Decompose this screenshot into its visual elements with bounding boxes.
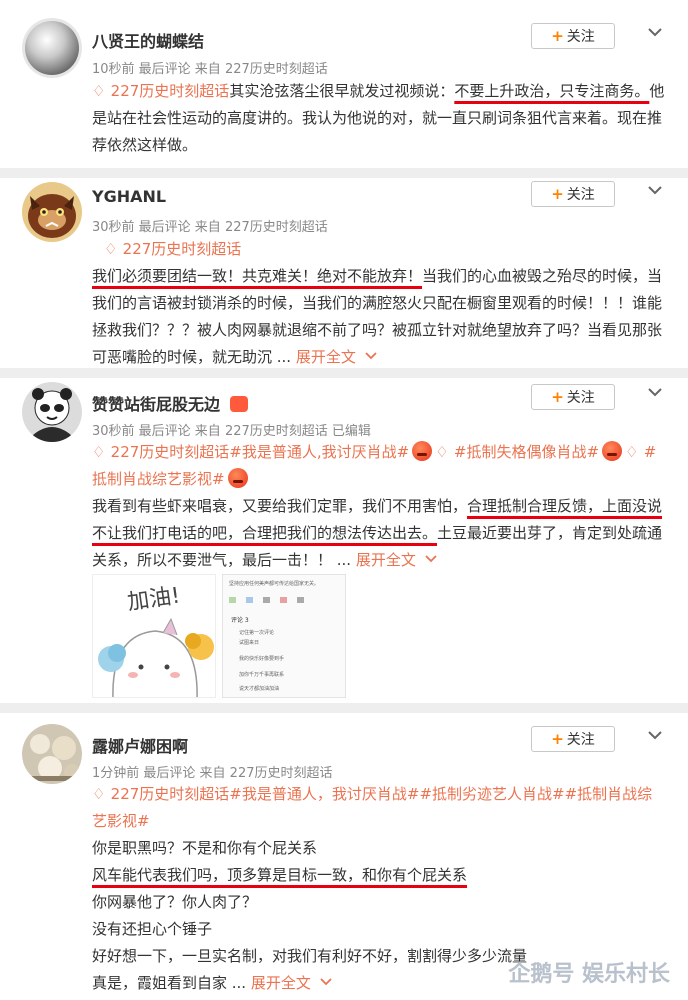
highlighted-text: 不要上升政治，只专注商务。 xyxy=(454,82,650,100)
avatar[interactable] xyxy=(22,382,82,442)
text-segment: 我看到有些虾来唱衰，又要给我们定罪，我们不用害怕， xyxy=(92,497,468,515)
username[interactable]: 赞赞站街屁股无边 xyxy=(92,391,248,415)
post-card: 八贤王的蝴蝶结 10秒前 最后评论 来自 227历史时刻超话 + 关注 ♢ 227… xyxy=(0,0,688,178)
plus-icon: + xyxy=(551,730,564,748)
chevron-down-icon[interactable] xyxy=(647,384,663,400)
angry-emoji-icon xyxy=(602,441,623,461)
text-segment: 没有还担心个锤子 xyxy=(92,920,213,938)
screenshot-comment: 试图来日 xyxy=(239,640,260,646)
expand-full-text-link[interactable]: 展开全文 xyxy=(296,348,356,366)
expand-chevron-icon xyxy=(416,551,438,569)
post-meta: 30秒前 最后评论 来自 227历史时刻超话 xyxy=(92,220,328,235)
text-segment: 你网暴他了？你人肉了？ xyxy=(92,893,258,911)
divider xyxy=(0,703,688,713)
super-topic-icon: ♢ xyxy=(92,443,111,461)
follow-button[interactable]: + 关注 xyxy=(531,384,615,410)
screenshot-comment: 记住第一次评论 xyxy=(239,630,275,636)
text-segment: 好好想一下，一旦实名制，对我们有利好不好，割割得少多少流量 xyxy=(92,947,528,965)
angry-emoji-icon xyxy=(412,441,433,461)
screenshot-tab: 评论 3 xyxy=(231,617,249,624)
divider xyxy=(0,368,688,378)
post-text: ♢ 227历史时刻超话#我是普通人,我讨厌肖战# ♢ #抵制失格偶像肖战# ♢ #抵… xyxy=(92,439,667,574)
username[interactable]: 八贤王的蝴蝶结 xyxy=(92,28,204,52)
follow-button[interactable]: + 关注 xyxy=(531,23,615,49)
username[interactable]: 露娜卢娜困啊 xyxy=(92,733,188,757)
follow-button[interactable]: + 关注 xyxy=(531,181,615,207)
super-topic-icon: ♢ xyxy=(625,443,644,461)
chevron-down-icon[interactable] xyxy=(647,182,663,198)
follow-label: 关注 xyxy=(566,732,595,748)
super-topic-icon: ♢ xyxy=(104,240,123,258)
avatar[interactable] xyxy=(22,724,82,784)
screenshot-header: 坚持应用任何美声都可传达给国家无关。 xyxy=(229,581,320,587)
avatar[interactable] xyxy=(22,182,82,242)
super-topic-icon: ♢ xyxy=(92,785,111,803)
highlighted-text: 我们必须要团结一致！共克难关！绝对不能放弃！ xyxy=(92,267,423,285)
watermark: 企鹅号 娱乐村长 xyxy=(508,962,670,987)
username-text: 赞赞站街屁股无边 xyxy=(92,395,221,414)
screenshot-comment: 说天才都加油加油 xyxy=(239,686,280,692)
post-meta: 1分钟前 最后评论 来自 227历史时刻超话 xyxy=(92,766,333,781)
expand-full-text-link[interactable]: 展开全文 xyxy=(251,974,311,992)
post-image-screenshot[interactable]: 坚持应用任何美声都可传达给国家无关。 评论 3 记住第一次评论 试图来日 我的快… xyxy=(222,574,346,698)
plus-icon: + xyxy=(551,185,564,203)
post-card: YGHANL 30秒前 最后评论 来自 227历史时刻超话 + 关注 ♢ 227历… xyxy=(0,178,688,368)
topic-hashtag-link[interactable]: 227历史时刻超话#我是普通人，我讨厌肖战##抵制劣迹艺人肖战##抵制肖战综艺影… xyxy=(92,785,652,830)
screenshot-comment: 我的快乐好像要到手 xyxy=(239,656,285,662)
angry-emoji-icon xyxy=(227,468,248,488)
post-text: ♢ 227历史时刻超话 我们必须要团结一致！共克难关！绝对不能放弃！当我们的心血被… xyxy=(92,236,667,371)
super-topic-icon: ♢ xyxy=(435,443,454,461)
post-meta: 30秒前 最后评论 来自 227历史时刻超话 已编辑 xyxy=(92,424,371,439)
topic-hashtag-link[interactable]: #抵制失格偶像肖战# xyxy=(454,443,599,461)
username[interactable]: YGHANL xyxy=(92,187,166,206)
highlighted-text: 风车能代表我们吗，顶多算是目标一致，和你有个屁关系 xyxy=(92,866,468,884)
chevron-down-icon[interactable] xyxy=(647,24,663,40)
text-segment: 真是，霞姐看到自家 ... xyxy=(92,974,251,992)
plus-icon: + xyxy=(551,388,564,406)
post-image-cheer[interactable]: 加油! xyxy=(92,574,216,698)
expand-chevron-icon xyxy=(311,974,333,992)
follow-label: 关注 xyxy=(566,390,595,406)
post-meta: 10秒前 最后评论 来自 227历史时刻超话 xyxy=(92,62,328,77)
topic-hashtag-link[interactable]: 227历史时刻超话 xyxy=(111,82,230,100)
text-segment: 你是职黑吗？不是和你有个屁关系 xyxy=(92,839,318,857)
badge-icon xyxy=(229,396,248,412)
topic-hashtag-link[interactable]: 227历史时刻超话 xyxy=(123,240,242,258)
plus-icon: + xyxy=(551,27,564,45)
avatar[interactable] xyxy=(22,18,82,78)
divider xyxy=(0,168,688,178)
expand-chevron-icon xyxy=(356,348,378,366)
follow-label: 关注 xyxy=(566,29,595,45)
post-text: ♢ 227历史时刻超话其实沧弦落尘很早就发过视频说：不要上升政治，只专注商务。他… xyxy=(92,78,667,159)
follow-label: 关注 xyxy=(566,187,595,203)
screenshot-comment: 加你千万千事再联系 xyxy=(239,672,285,678)
post-card: 赞赞站街屁股无边 30秒前 最后评论 来自 227历史时刻超话 已编辑 + 关注 … xyxy=(0,378,688,703)
super-topic-icon: ♢ xyxy=(92,82,111,100)
topic-hashtag-link[interactable]: 227历史时刻超话#我是普通人,我讨厌肖战# xyxy=(111,443,410,461)
screenshot-toolbar xyxy=(229,597,341,605)
text-segment: 其实沧弦落尘很早就发过视频说： xyxy=(229,82,455,100)
expand-full-text-link[interactable]: 展开全文 xyxy=(356,551,416,569)
follow-button[interactable]: + 关注 xyxy=(531,726,615,752)
chevron-down-icon[interactable] xyxy=(647,727,663,743)
